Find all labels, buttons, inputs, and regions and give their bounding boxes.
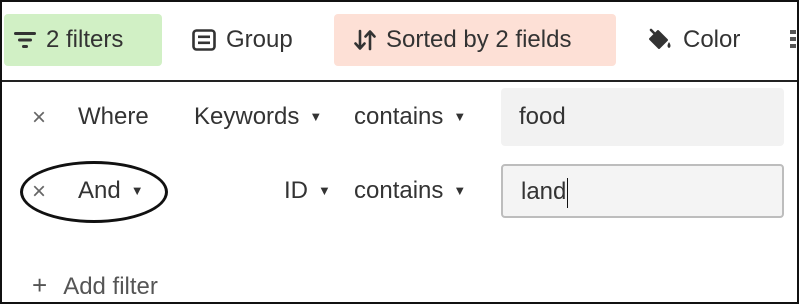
group-label: Group (226, 26, 293, 53)
conjunction-label: Where (78, 103, 149, 130)
field-select-label: ID (284, 177, 308, 204)
filter-value-text: food (519, 103, 566, 130)
sort-label: Sorted by 2 fields (386, 26, 572, 53)
filter-row: × Where Keywords ▼ contains ▼ food (2, 88, 797, 148)
operator-select-label: contains (354, 177, 444, 204)
operator-select-label: contains (354, 103, 444, 130)
field-select[interactable]: Keywords ▼ (194, 102, 322, 132)
plus-icon: + (32, 270, 48, 300)
group-icon (192, 29, 216, 51)
chevron-down-icon: ▼ (453, 183, 467, 198)
filter-icon (14, 31, 36, 49)
text-cursor (567, 177, 569, 208)
filters-button[interactable]: 2 filters (4, 14, 162, 66)
sort-icon (354, 29, 376, 51)
filter-value-input[interactable]: food (501, 88, 784, 146)
add-filter-label: Add filter (63, 273, 158, 300)
operator-select[interactable]: contains ▼ (354, 176, 466, 206)
sort-button[interactable]: Sorted by 2 fields (334, 14, 616, 66)
highlight-circle (20, 161, 168, 223)
remove-filter-icon[interactable]: × (32, 106, 52, 130)
color-button[interactable]: Color (635, 14, 775, 66)
field-select[interactable]: ID ▼ (284, 176, 331, 206)
filters-label: 2 filters (46, 26, 124, 53)
chevron-down-icon: ▼ (453, 109, 467, 124)
add-filter-button[interactable]: + Add filter (32, 270, 158, 302)
chevron-down-icon: ▼ (309, 109, 323, 124)
field-select-label: Keywords (194, 103, 300, 130)
group-button[interactable]: Group (180, 14, 320, 66)
color-label: Color (683, 26, 741, 53)
operator-select[interactable]: contains ▼ (354, 102, 466, 132)
overflow-icon[interactable] (790, 30, 797, 52)
filter-value-input-focused[interactable]: land (501, 164, 784, 218)
chevron-down-icon: ▼ (318, 183, 331, 198)
paint-bucket-icon (647, 28, 673, 52)
filter-value-text: land (521, 178, 567, 205)
view-toolbar: 2 filters Group Sorted by 2 fields Color (2, 2, 797, 82)
